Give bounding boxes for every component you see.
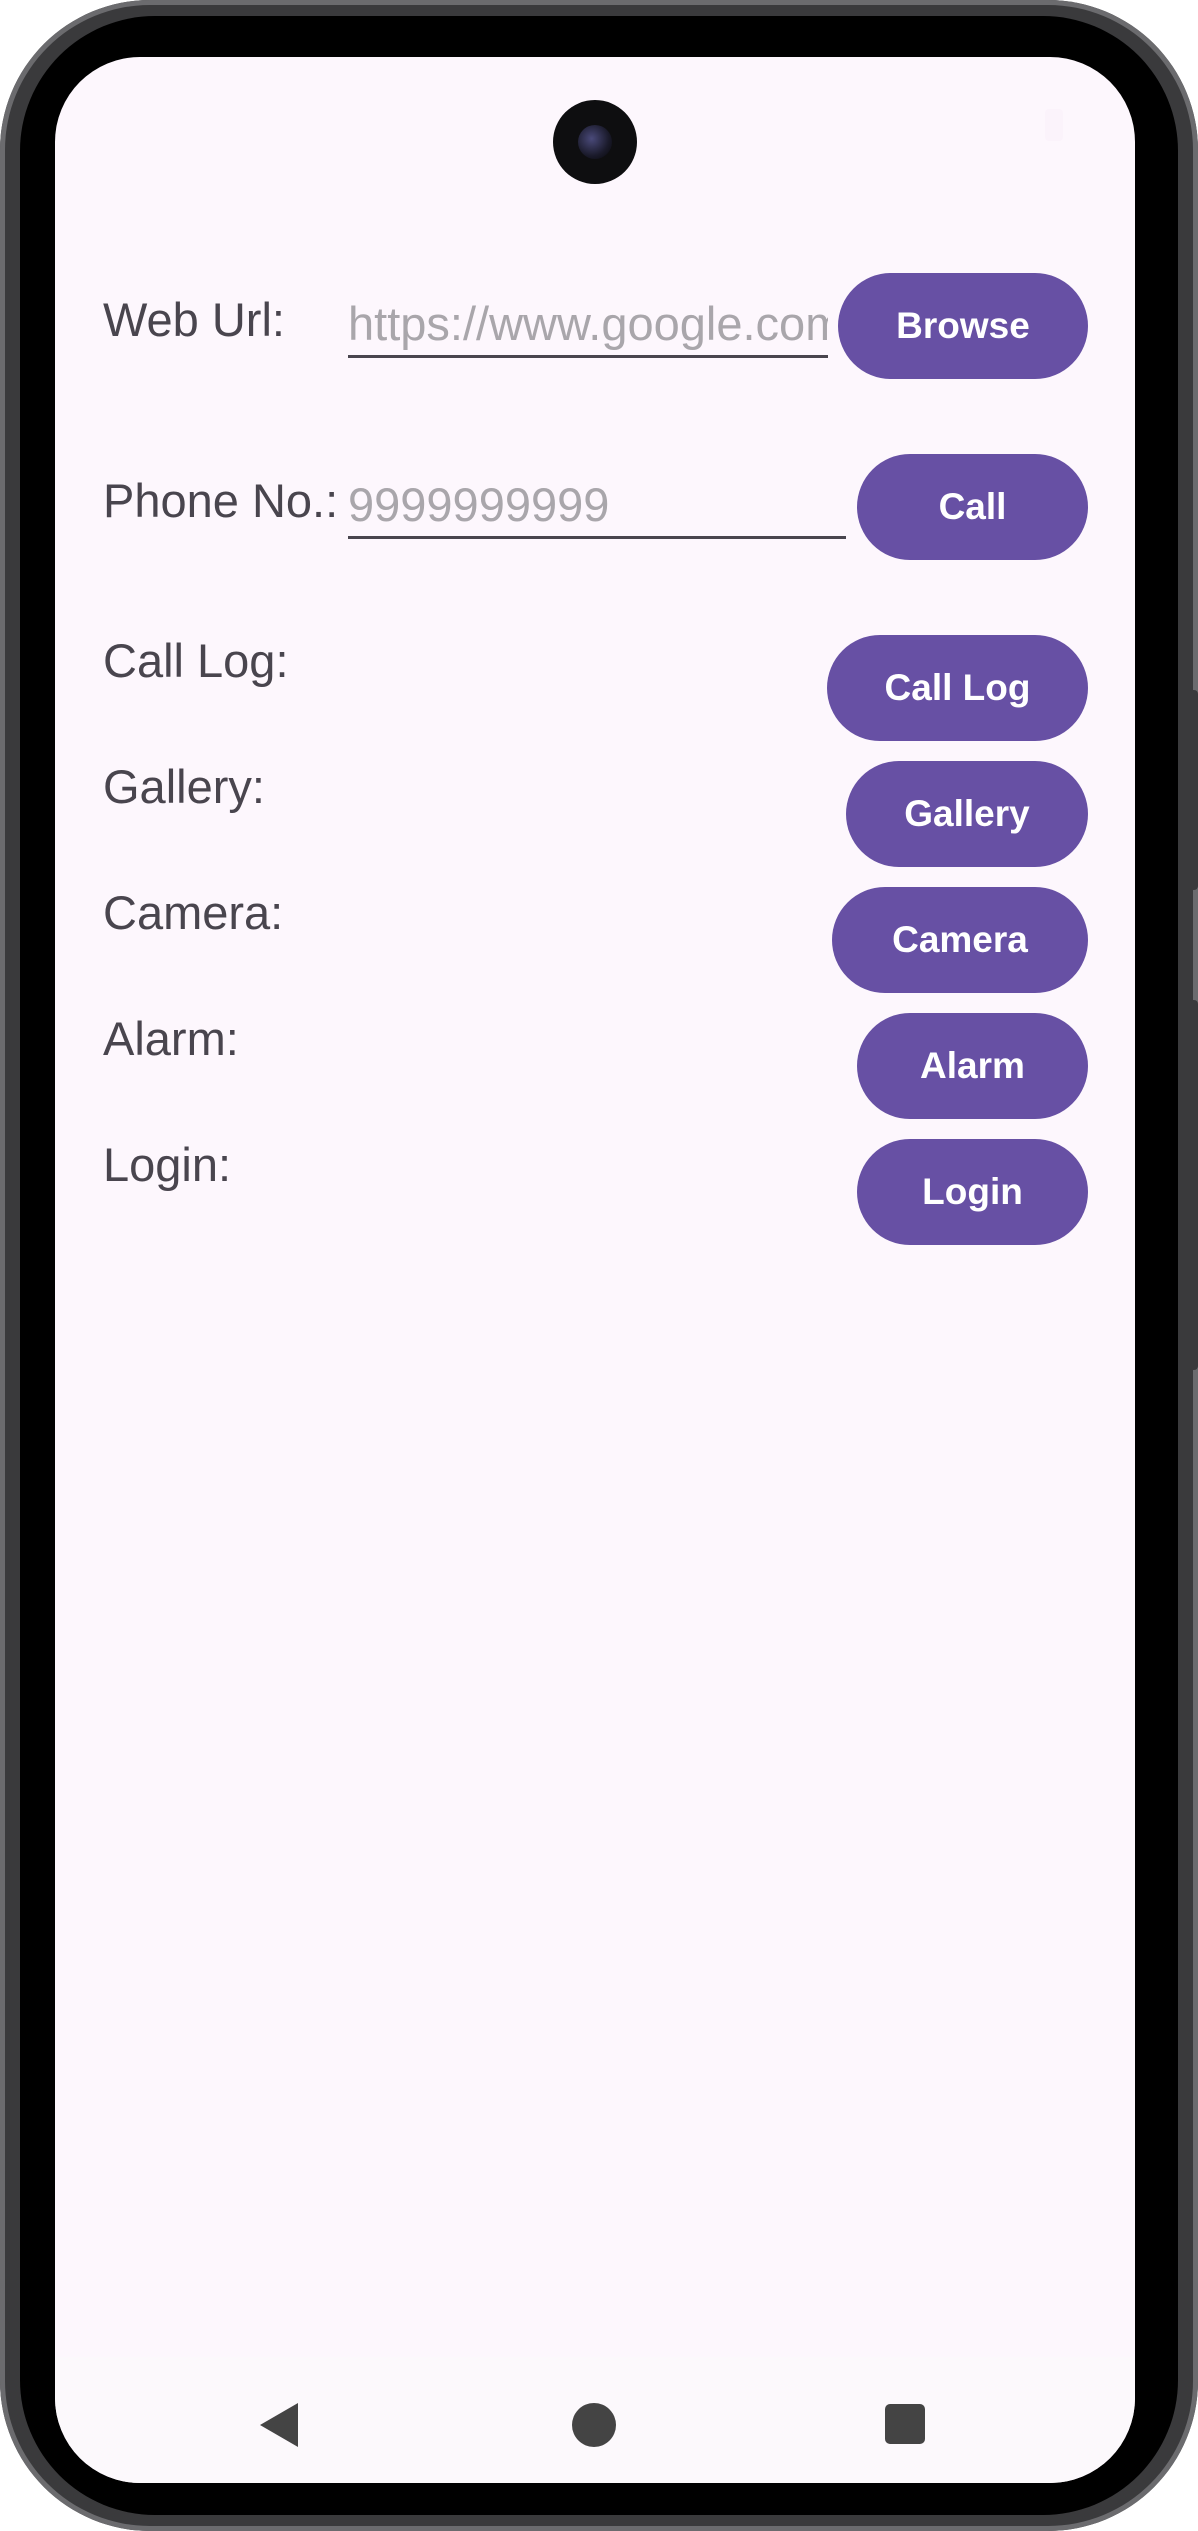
volume-button bbox=[1188, 690, 1198, 890]
gallery-button[interactable]: Gallery bbox=[846, 761, 1088, 867]
alarm-label: Alarm: bbox=[103, 1012, 239, 1065]
camera-button[interactable]: Camera bbox=[832, 887, 1088, 993]
camera-label: Camera: bbox=[103, 886, 284, 939]
home-circle-icon[interactable] bbox=[572, 2403, 616, 2447]
call-log-button[interactable]: Call Log bbox=[827, 635, 1088, 741]
battery-icon bbox=[1045, 109, 1063, 141]
front-camera-icon bbox=[553, 100, 637, 184]
call-log-label: Call Log: bbox=[103, 634, 289, 687]
screen: 5:38 Web Url: Browse Phone No.: Call Cal… bbox=[55, 57, 1135, 2483]
power-button bbox=[1188, 1000, 1198, 1370]
alarm-button[interactable]: Alarm bbox=[857, 1013, 1088, 1119]
status-time: 5:38 bbox=[100, 105, 163, 141]
phone-label: Phone No.: bbox=[103, 474, 339, 527]
phone-field[interactable] bbox=[348, 474, 846, 539]
phone-frame: 5:38 Web Url: Browse Phone No.: Call Cal… bbox=[0, 0, 1198, 2531]
back-triangle-icon[interactable] bbox=[260, 2403, 298, 2447]
login-label: Login: bbox=[103, 1138, 232, 1191]
web-url-label: Web Url: bbox=[103, 293, 285, 346]
gallery-label: Gallery: bbox=[103, 760, 265, 813]
phone-input[interactable] bbox=[348, 474, 846, 534]
web-url-field[interactable] bbox=[348, 293, 828, 358]
call-button[interactable]: Call bbox=[857, 454, 1088, 560]
recents-square-icon[interactable] bbox=[885, 2404, 925, 2444]
browse-button[interactable]: Browse bbox=[838, 273, 1088, 379]
login-button[interactable]: Login bbox=[857, 1139, 1088, 1245]
navigation-bar bbox=[55, 2357, 1135, 2483]
camera-lens bbox=[578, 125, 612, 159]
web-url-input[interactable] bbox=[348, 293, 828, 353]
